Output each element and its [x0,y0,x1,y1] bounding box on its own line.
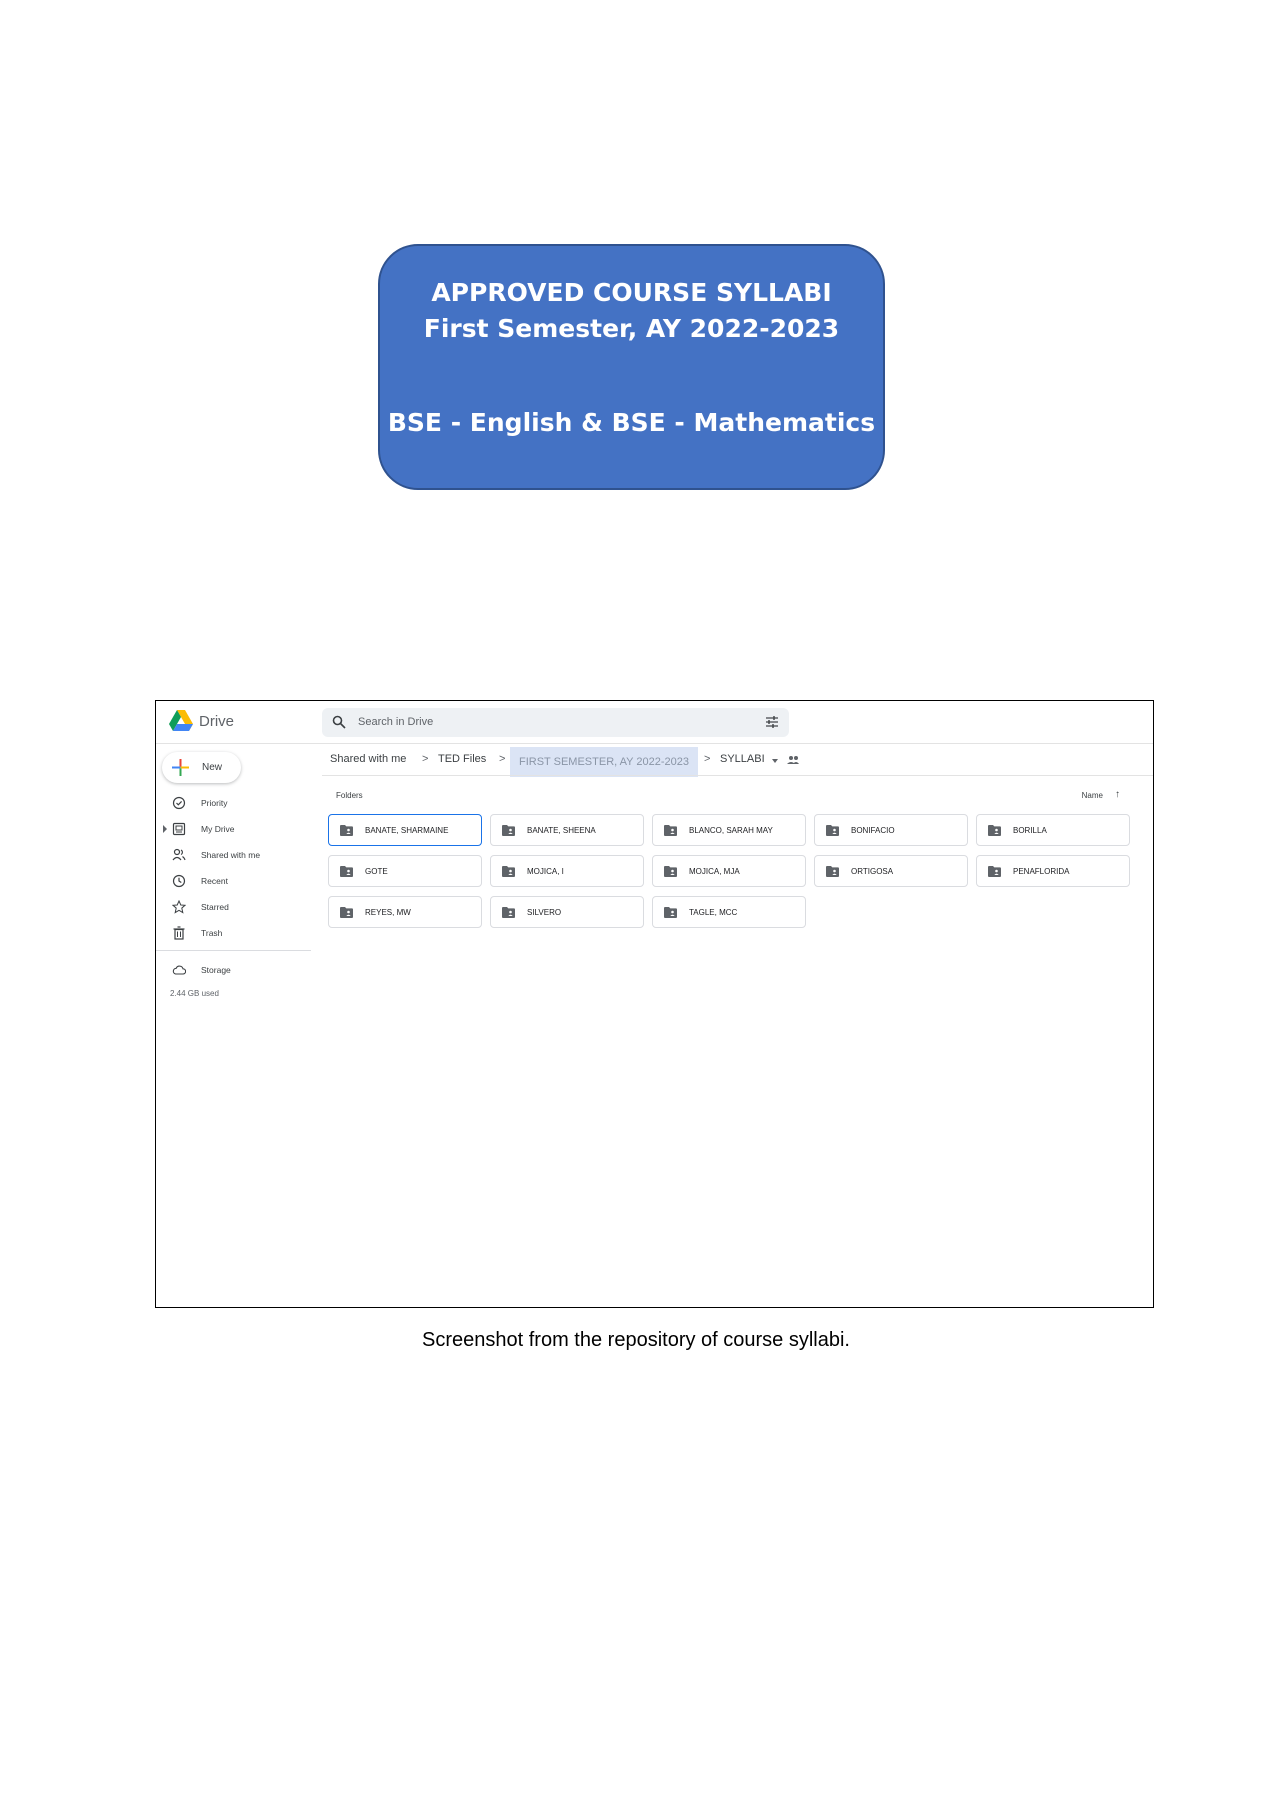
shared-folder-icon [502,825,515,836]
folder-name: PENAFLORIDA [1013,867,1070,876]
shared-folder-icon [502,866,515,877]
folder-item[interactable]: ORTIGOSA [814,855,968,887]
cloud-icon [172,965,186,975]
breadcrumb-ted-files[interactable]: TED Files [438,753,486,765]
search-icon[interactable] [332,715,346,729]
sidebar-item-trash[interactable]: Trash [156,922,306,944]
new-button[interactable]: New [162,752,241,783]
shared-folder-icon [988,825,1001,836]
drive-screenshot: Drive Search in Drive New Priority My Dr… [155,700,1154,1308]
sidebar-item-label: Trash [201,928,223,938]
header-divider [156,743,1153,744]
sidebar-item-label: Shared with me [201,850,261,860]
shared-folder-icon [340,866,353,877]
shared-folder-icon [340,825,353,836]
sidebar-item-shared[interactable]: Shared with me [156,844,306,866]
sidebar-item-label: Starred [201,902,229,912]
folder-name: MOJICA, MJA [689,867,740,876]
folder-item[interactable]: TAGLE, MCC [652,896,806,928]
folder-item[interactable]: REYES, MW [328,896,482,928]
figure-caption: Screenshot from the repository of course… [422,1329,850,1351]
folder-name: SILVERO [527,908,562,917]
chevron-right-icon: > [499,753,506,765]
title-line-3: BSE - English & BSE - Mathematics [387,408,876,437]
sidebar-item-priority[interactable]: Priority [156,792,306,814]
folders-section-label: Folders [336,791,363,800]
chevron-right-icon: > [422,753,429,765]
chevron-down-icon[interactable] [772,759,778,763]
app-name: Drive [199,713,235,730]
sidebar-item-storage[interactable]: Storage [156,959,306,981]
storage-used: 2.44 GB used [170,989,219,998]
folder-item[interactable]: BONIFACIO [814,814,968,846]
folder-item[interactable]: SILVERO [490,896,644,928]
folder-name: BANATE, SHEENA [527,826,596,835]
search-bar[interactable]: Search in Drive [322,708,789,737]
shared-folder-icon [988,866,1001,877]
sidebar-item-recent[interactable]: Recent [156,870,306,892]
new-button-label: New [202,762,223,773]
folder-name: MOJICA, I [527,867,564,876]
folder-item[interactable]: GOTE [328,855,482,887]
sort-by-name[interactable]: Name [1082,791,1103,800]
my-drive-icon [172,822,186,836]
folder-name: BLANCO, SARAH MAY [689,826,773,835]
trash-icon [173,926,185,940]
folder-item[interactable]: BORILLA [976,814,1130,846]
shared-folder-icon [826,825,839,836]
shared-with-me-icon [172,848,186,861]
shared-folder-icon [826,866,839,877]
expand-icon[interactable] [163,825,167,833]
shared-folder-icon [664,907,677,918]
search-options-icon[interactable] [765,715,779,729]
sidebar-divider [156,950,311,951]
folder-item[interactable]: BANATE, SHEENA [490,814,644,846]
drive-logo-icon[interactable] [169,710,193,732]
folder-name: ORTIGOSA [851,867,894,876]
breadcrumb-shared-with-me[interactable]: Shared with me [330,753,406,765]
folder-name: BONIFACIO [851,826,895,835]
sidebar-item-label: Storage [201,965,231,975]
breadcrumb-first-semester[interactable]: FIRST SEMESTER, AY 2022-2023 [510,747,698,777]
title-line-2: First Semester, AY 2022-2023 [423,314,840,343]
search-input[interactable]: Search in Drive [358,716,433,728]
title-line-1: APPROVED COURSE SYLLABI [431,278,832,307]
sidebar-item-label: Priority [201,798,228,808]
folder-item[interactable]: BANATE, SHARMAINE [328,814,482,846]
breadcrumb-syllabi[interactable]: SYLLABI [720,753,765,765]
folder-item[interactable]: BLANCO, SARAH MAY [652,814,806,846]
sidebar-item-starred[interactable]: Starred [156,896,306,918]
folder-name: BANATE, SHARMAINE [365,826,449,835]
folder-name: GOTE [365,867,388,876]
chevron-right-icon: > [704,753,711,765]
folder-item[interactable]: MOJICA, I [490,855,644,887]
breadcrumb-divider [322,775,1153,776]
folder-item[interactable]: MOJICA, MJA [652,855,806,887]
sidebar-item-label: Recent [201,876,228,886]
shared-folder-icon [664,825,677,836]
shared-folder-icon [340,907,353,918]
sidebar-item-label: My Drive [201,824,235,834]
plus-icon [172,759,189,776]
folder-item[interactable]: PENAFLORIDA [976,855,1130,887]
sidebar-item-my-drive[interactable]: My Drive [156,818,306,840]
clock-icon [172,874,186,888]
title-box: APPROVED COURSE SYLLABI First Semester, … [378,244,885,490]
folder-name: REYES, MW [365,908,411,917]
shared-folder-icon [787,756,799,764]
folder-name: BORILLA [1013,826,1047,835]
arrow-up-icon[interactable]: ↑ [1115,789,1120,800]
priority-icon [172,796,186,810]
shared-folder-icon [502,907,515,918]
shared-folder-icon [664,866,677,877]
star-icon [172,900,186,914]
folder-name: TAGLE, MCC [689,908,738,917]
